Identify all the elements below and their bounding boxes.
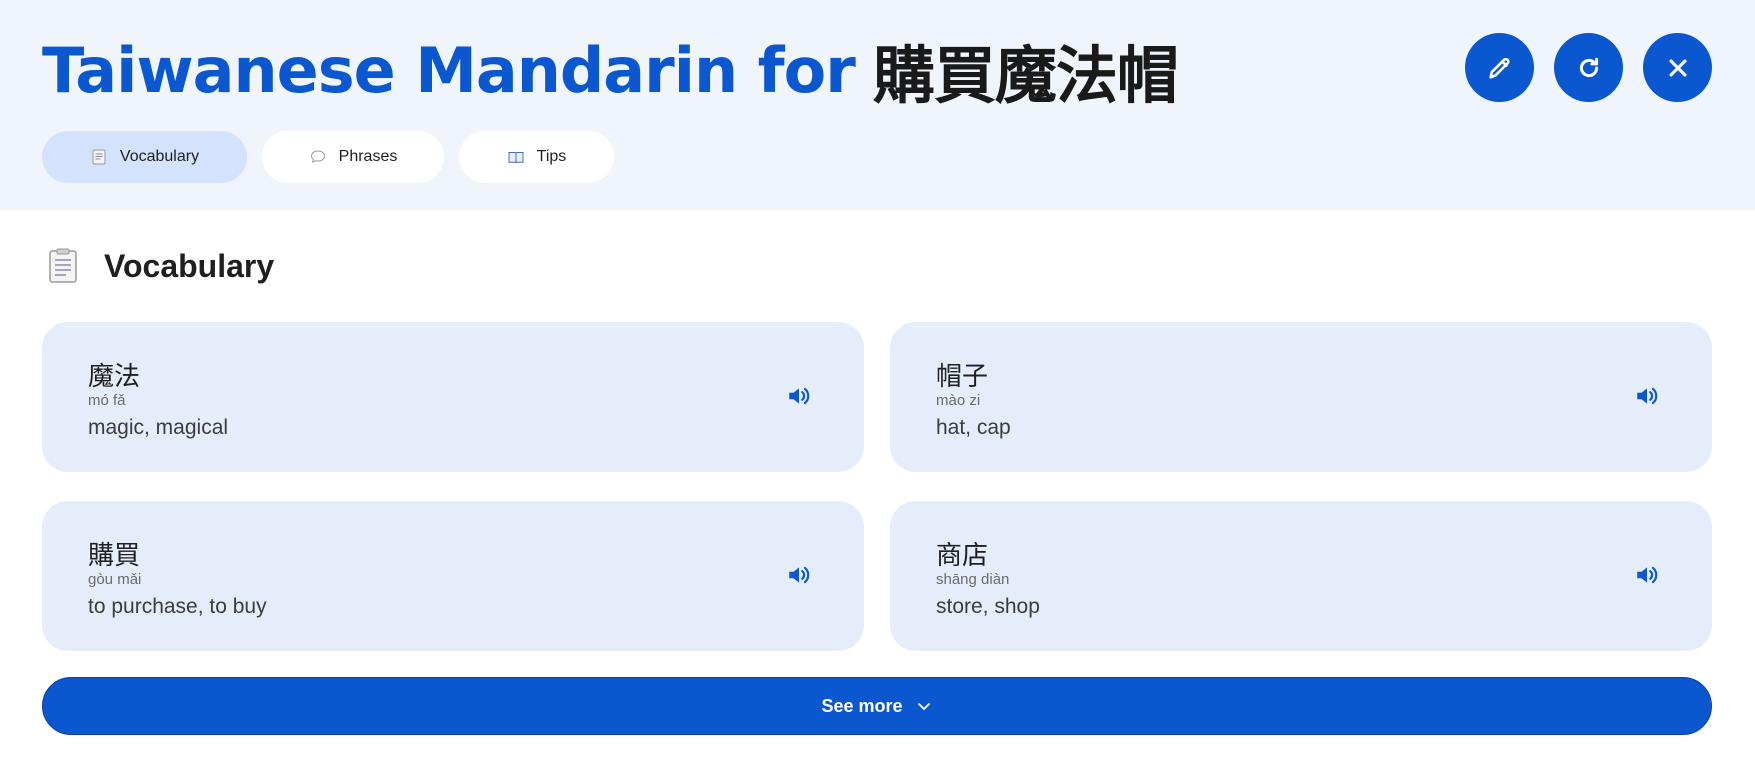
vocab-meaning: store, shop bbox=[936, 595, 1040, 618]
speech-bubble-icon bbox=[310, 150, 325, 163]
tab-vocabulary[interactable]: Vocabulary bbox=[42, 131, 247, 183]
vocab-card: 購買 gòu mǎi to purchase, to buy bbox=[42, 501, 864, 651]
vocab-word: 魔法 bbox=[88, 362, 141, 392]
chevron-down-icon bbox=[917, 703, 930, 710]
edit-button[interactable] bbox=[1465, 33, 1534, 102]
vocab-pinyin: shāng diàn bbox=[936, 571, 1010, 588]
see-more-button[interactable]: See more bbox=[42, 677, 1712, 735]
tab-tips[interactable]: Tips bbox=[459, 131, 614, 183]
vocab-word: 購買 bbox=[88, 541, 141, 571]
speaker-icon bbox=[789, 566, 810, 584]
speaker-icon bbox=[1637, 566, 1658, 584]
tab-vocabulary-label: Vocabulary bbox=[119, 148, 200, 165]
tab-tips-label: Tips bbox=[536, 148, 567, 165]
close-icon bbox=[1668, 58, 1687, 77]
notepad-icon bbox=[49, 248, 77, 283]
play-audio-button[interactable] bbox=[786, 562, 812, 588]
section-title: Vocabulary bbox=[104, 247, 275, 284]
vocab-meaning: to purchase, to buy bbox=[88, 595, 267, 618]
vocab-pinyin: gòu mǎi bbox=[88, 571, 142, 588]
vocab-pinyin: mào zi bbox=[936, 392, 981, 409]
vocab-meaning: hat, cap bbox=[936, 416, 1011, 439]
section-header: Vocabulary bbox=[48, 246, 274, 286]
refresh-button[interactable] bbox=[1554, 33, 1623, 102]
vocab-card: 帽子 mào zi hat, cap bbox=[890, 322, 1712, 472]
vocab-card: 商店 shāng diàn store, shop bbox=[890, 501, 1712, 651]
play-audio-button[interactable] bbox=[1634, 383, 1660, 409]
open-book-icon bbox=[508, 152, 524, 164]
vocab-pinyin: mó fǎ bbox=[88, 392, 126, 409]
tab-phrases-label: Phrases bbox=[338, 148, 398, 165]
vocab-word: 商店 bbox=[936, 541, 989, 571]
pencil-icon bbox=[1488, 57, 1510, 79]
speaker-icon bbox=[1637, 387, 1658, 405]
tab-phrases[interactable]: Phrases bbox=[262, 131, 444, 183]
tab-bar: Vocabulary Phrases Tips bbox=[42, 131, 614, 183]
notepad-icon bbox=[92, 149, 106, 165]
vocab-meaning: magic, magical bbox=[88, 416, 229, 439]
refresh-icon bbox=[1579, 57, 1598, 77]
play-audio-button[interactable] bbox=[1634, 562, 1660, 588]
title-chinese: 購買魔法帽 bbox=[872, 39, 1179, 112]
play-audio-button[interactable] bbox=[786, 383, 812, 409]
title-english: Taiwanese Mandarin for bbox=[42, 33, 856, 107]
see-more-label: See more bbox=[821, 695, 903, 716]
close-button[interactable] bbox=[1643, 33, 1712, 102]
page-title: Taiwanese Mandarin for 購買魔法帽 bbox=[42, 28, 1179, 113]
vocab-card: 魔法 mó fǎ magic, magical bbox=[42, 322, 864, 472]
vocab-word: 帽子 bbox=[936, 362, 989, 392]
speaker-icon bbox=[789, 387, 810, 405]
header-area: Taiwanese Mandarin for 購買魔法帽 Vocabulary bbox=[0, 0, 1755, 210]
